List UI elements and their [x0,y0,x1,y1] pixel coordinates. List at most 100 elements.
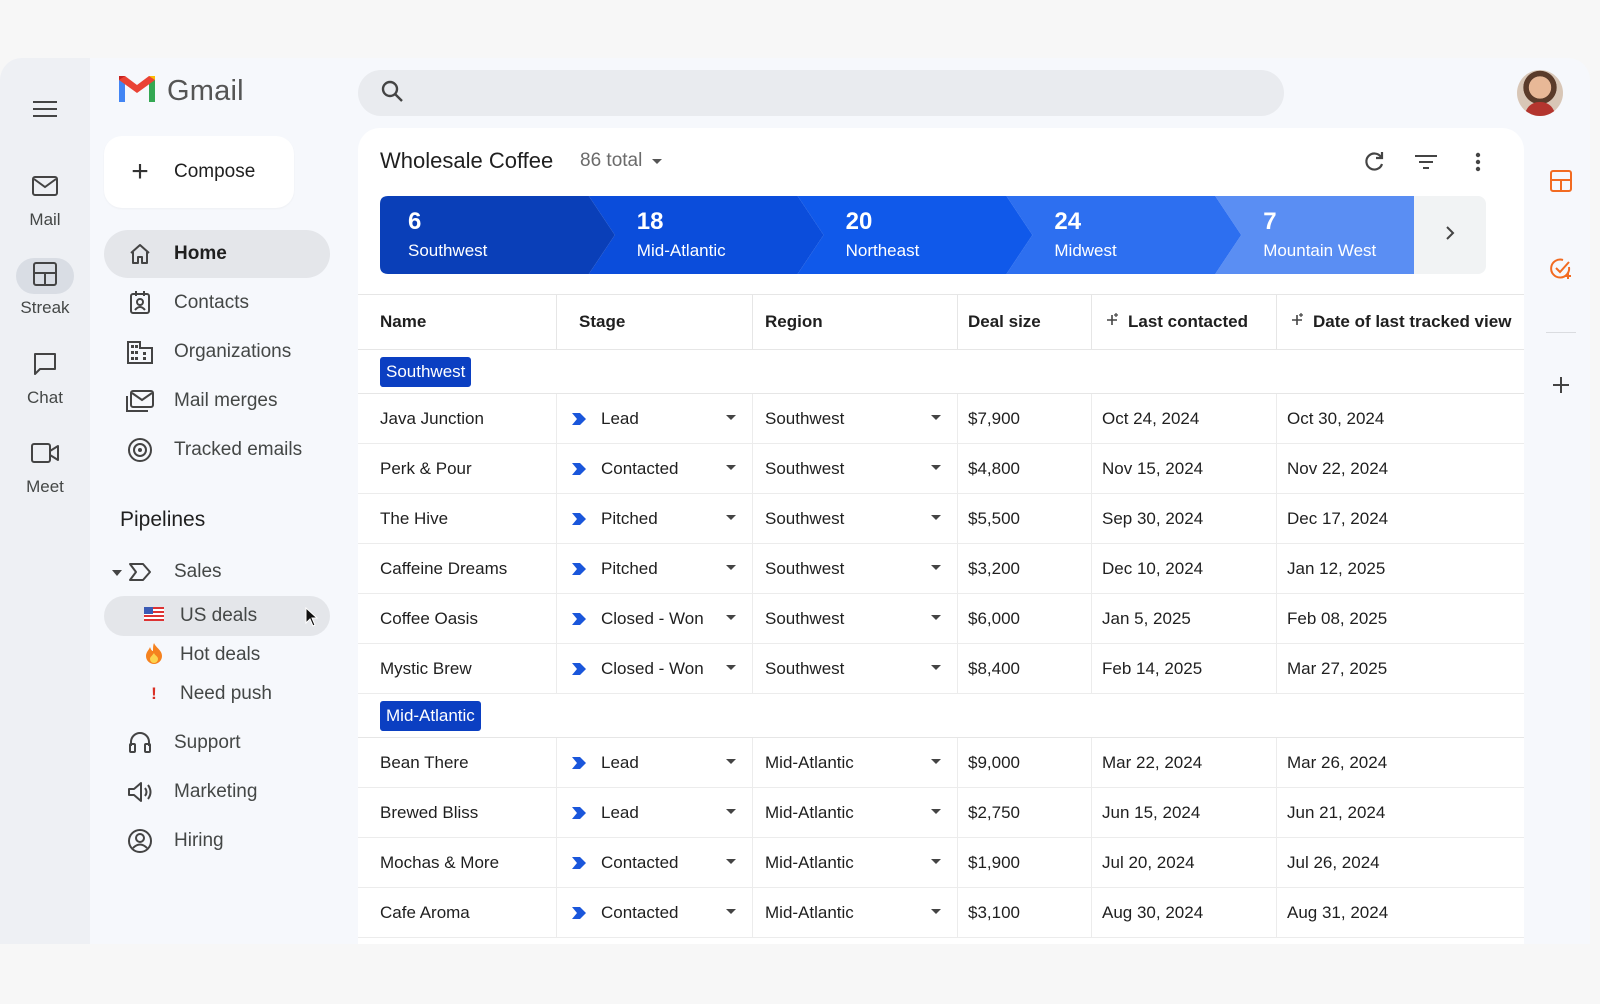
table-row[interactable]: Cafe Aroma Contacted Mid-Atlantic $3,100… [358,888,1524,938]
cell-stage[interactable]: Closed - Won [557,594,753,643]
cell-deal-size[interactable]: $9,000 [958,738,1092,787]
nav-item-home[interactable]: Home [104,230,330,278]
stage-segment[interactable] [798,196,1033,274]
cell-name[interactable]: The Hive [358,494,557,543]
cell-region[interactable]: Southwest [753,644,958,693]
caret-down-icon[interactable] [726,465,736,470]
table-row[interactable]: Bean There Lead Mid-Atlantic $9,000 Mar … [358,738,1524,788]
table-row[interactable]: The Hive Pitched Southwest $5,500 Sep 30… [358,494,1524,544]
rail-item-meet[interactable]: Meet [0,437,90,497]
group-header[interactable]: Southwest [358,350,1524,394]
cell-deal-size[interactable]: $8,400 [958,644,1092,693]
caret-down-icon[interactable] [726,665,736,670]
cell-stage[interactable]: Pitched [557,494,753,543]
refresh-icon[interactable] [1358,146,1390,178]
caret-down-icon[interactable] [931,465,941,470]
cell-name[interactable]: Coffee Oasis [358,594,557,643]
cell-region[interactable]: Southwest [753,594,958,643]
caret-down-icon[interactable] [931,809,941,814]
caret-down-icon[interactable] [726,859,736,864]
rail-item-chat[interactable]: Chat [0,348,90,408]
column-header-stage[interactable]: Stage [557,295,753,349]
cell-region[interactable]: Southwest [753,544,958,593]
cell-region[interactable]: Mid-Atlantic [753,888,958,937]
search-bar[interactable] [358,70,1284,116]
column-header-last-contacted[interactable]: Last contacted [1092,295,1277,349]
cell-stage[interactable]: Contacted [557,444,753,493]
column-header-last-tracked-view[interactable]: Date of last tracked view [1277,295,1524,349]
funnel-next-button[interactable] [1414,196,1486,274]
cell-region[interactable]: Southwest [753,394,958,443]
stage-segment[interactable] [589,196,824,274]
pipeline-support[interactable]: Support [104,719,330,767]
table-row[interactable]: Mochas & More Contacted Mid-Atlantic $1,… [358,838,1524,888]
table-row[interactable]: Java Junction Lead Southwest $7,900 Oct … [358,394,1524,444]
cell-name[interactable]: Perk & Pour [358,444,557,493]
cell-name[interactable]: Bean There [358,738,557,787]
caret-down-icon[interactable] [931,665,941,670]
cell-name[interactable]: Mochas & More [358,838,557,887]
cell-name[interactable]: Caffeine Dreams [358,544,557,593]
cell-name[interactable]: Brewed Bliss [358,788,557,837]
caret-down-icon[interactable] [726,565,736,570]
search-icon[interactable] [380,79,404,108]
caret-down-icon[interactable] [726,809,736,814]
caret-down-icon[interactable] [931,859,941,864]
search-input[interactable] [418,73,1238,113]
caret-down-icon[interactable] [112,570,122,576]
view-us-deals[interactable]: US deals [104,596,330,636]
cell-deal-size[interactable]: $6,000 [958,594,1092,643]
pipeline-marketing[interactable]: Marketing [104,768,330,816]
task-check-icon[interactable] [1546,254,1576,284]
cell-stage[interactable]: Closed - Won [557,644,753,693]
table-row[interactable]: Mystic Brew Closed - Won Southwest $8,40… [358,644,1524,694]
caret-down-icon[interactable] [726,515,736,520]
cell-stage[interactable]: Lead [557,738,753,787]
table-row[interactable]: Perk & Pour Contacted Southwest $4,800 N… [358,444,1524,494]
gmail-logo[interactable]: Gmail [117,74,244,109]
caret-down-icon[interactable] [726,759,736,764]
caret-down-icon[interactable] [726,909,736,914]
cell-region[interactable]: Mid-Atlantic [753,838,958,887]
cell-region[interactable]: Mid-Atlantic [753,788,958,837]
rail-item-streak[interactable]: Streak [0,258,90,318]
nav-item-mail-merges[interactable]: Mail merges [104,377,330,425]
column-header-name[interactable]: Name [358,295,557,349]
pipeline-hiring[interactable]: Hiring [104,817,330,865]
column-header-region[interactable]: Region [753,295,958,349]
cell-deal-size[interactable]: $7,900 [958,394,1092,443]
cell-region[interactable]: Southwest [753,494,958,543]
cell-name[interactable]: Cafe Aroma [358,888,557,937]
stage-segment[interactable] [1006,196,1241,274]
group-header[interactable]: Mid-Atlantic [358,694,1524,738]
cell-stage[interactable]: Pitched [557,544,753,593]
cell-deal-size[interactable]: $3,100 [958,888,1092,937]
total-dropdown[interactable]: 86 total [580,150,662,172]
caret-down-icon[interactable] [931,515,941,520]
column-header-deal-size[interactable]: Deal size [958,295,1092,349]
caret-down-icon[interactable] [726,415,736,420]
cell-stage[interactable]: Lead [557,788,753,837]
cell-deal-size[interactable]: $2,750 [958,788,1092,837]
cell-deal-size[interactable]: $3,200 [958,544,1092,593]
cell-deal-size[interactable]: $4,800 [958,444,1092,493]
cell-stage[interactable]: Contacted [557,888,753,937]
filter-icon[interactable] [1410,146,1442,178]
cell-name[interactable]: Java Junction [358,394,557,443]
compose-button[interactable]: + Compose [104,136,294,208]
more-vert-icon[interactable] [1462,146,1494,178]
view-hot-deals[interactable]: Hot deals [104,635,330,675]
cell-region[interactable]: Mid-Atlantic [753,738,958,787]
caret-down-icon[interactable] [931,415,941,420]
cell-region[interactable]: Southwest [753,444,958,493]
nav-item-contacts[interactable]: Contacts [104,279,330,327]
add-icon[interactable] [1546,370,1576,400]
pipeline-sales[interactable]: Sales [104,548,330,596]
rail-item-mail[interactable]: Mail [0,170,90,230]
nav-item-organizations[interactable]: Organizations [104,328,330,376]
cell-name[interactable]: Mystic Brew [358,644,557,693]
cell-deal-size[interactable]: $1,900 [958,838,1092,887]
caret-down-icon[interactable] [931,759,941,764]
table-row[interactable]: Brewed Bliss Lead Mid-Atlantic $2,750 Ju… [358,788,1524,838]
table-row[interactable]: Coffee Oasis Closed - Won Southwest $6,0… [358,594,1524,644]
